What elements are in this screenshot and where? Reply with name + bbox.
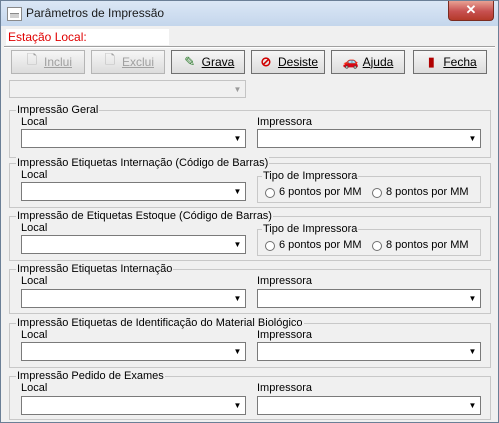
local-select[interactable]: ▼ — [21, 235, 246, 254]
radio-label: 8 pontos por MM — [386, 186, 469, 198]
local-label: Local — [21, 329, 48, 341]
include-button-label: Inclui — [43, 55, 72, 69]
chevron-down-icon: ▼ — [468, 347, 477, 356]
printer-label: Impressora — [257, 116, 313, 128]
printer-label: Impressora — [257, 382, 313, 394]
local-label: Local — [21, 222, 48, 234]
printer-type-box: Tipo de Impressora 6 pontos por MM 8 pon… — [257, 170, 481, 203]
group-title: Impressão Etiquetas Internação (Código d… — [16, 157, 270, 170]
exit-button-label: Fecha — [443, 55, 477, 69]
radio-circle-icon — [265, 187, 275, 198]
printer-label: Impressora — [257, 275, 313, 287]
station-label: Estação Local: — [6, 29, 169, 45]
printer-select[interactable]: ▼ — [257, 342, 481, 361]
include-button[interactable]: 🗋 Inclui — [11, 50, 85, 74]
help-icon: 🚗 — [342, 54, 359, 69]
chevron-down-icon: ▼ — [468, 134, 477, 143]
window-title: Parâmetros de Impressão — [26, 6, 165, 20]
local-label: Local — [21, 116, 48, 128]
delete-button-label: Exclui — [121, 55, 154, 69]
chevron-down-icon: ▼ — [233, 187, 242, 196]
file-new-icon: 🗋 — [26, 52, 38, 67]
printer-select[interactable]: ▼ — [257, 129, 481, 148]
title-bar[interactable]: Parâmetros de Impressão ✕ — [1, 1, 498, 26]
radio-label: 6 pontos por MM — [279, 186, 362, 198]
chevron-down-icon: ▼ — [233, 134, 242, 143]
group-biological-material-labels: Impressão Etiquetas de Identificação do … — [9, 317, 491, 368]
group-exam-orders: Impressão Pedido de Exames Local ▼ Impre… — [9, 370, 491, 420]
save-button[interactable]: ✎ Grava — [171, 50, 245, 74]
printer-type-title: Tipo de Impressora — [262, 170, 359, 183]
toolbar-divider — [4, 46, 495, 48]
delete-icon: 🗋 — [104, 52, 116, 67]
radio-circle-icon — [265, 240, 275, 251]
printer-type-title: Tipo de Impressora — [262, 223, 359, 236]
group-title: Impressão de Etiquetas Estoque (Código d… — [16, 210, 273, 223]
radio-label: 8 pontos por MM — [386, 239, 469, 251]
close-button[interactable]: ✕ — [448, 1, 494, 21]
exit-button[interactable]: ▮ Fecha — [413, 50, 487, 74]
save-icon: ✎ — [184, 54, 196, 69]
local-select[interactable]: ▼ — [21, 129, 246, 148]
chevron-down-icon: ▼ — [468, 294, 477, 303]
help-button[interactable]: 🚗 Ajuda — [331, 50, 405, 74]
top-select[interactable]: ▼ — [9, 80, 246, 98]
radio-8-dots[interactable]: 8 pontos por MM — [372, 186, 469, 199]
cancel-icon: ⊘ — [260, 54, 272, 69]
radio-6-dots[interactable]: 6 pontos por MM — [265, 186, 362, 199]
printer-select[interactable]: ▼ — [257, 289, 481, 308]
group-admission-labels: Impressão Etiquetas Internação Local ▼ I… — [9, 263, 491, 314]
chevron-down-icon: ▼ — [233, 294, 242, 303]
help-button-label: Ajuda — [362, 55, 394, 69]
group-admission-barcode-labels: Impressão Etiquetas Internação (Código d… — [9, 157, 491, 208]
printer-label: Impressora — [257, 329, 313, 341]
radio-label: 6 pontos por MM — [279, 239, 362, 251]
printer-type-box: Tipo de Impressora 6 pontos por MM 8 pon… — [257, 223, 481, 256]
print-settings-window: Parâmetros de Impressão ✕ Estação Local:… — [0, 0, 499, 423]
local-label: Local — [21, 169, 48, 181]
group-stock-barcode-labels: Impressão de Etiquetas Estoque (Código d… — [9, 210, 491, 261]
cancel-button[interactable]: ⊘ Desiste — [251, 50, 325, 74]
local-label: Local — [21, 382, 48, 394]
exit-icon: ▮ — [427, 54, 435, 69]
chevron-down-icon: ▼ — [233, 347, 242, 356]
chevron-down-icon: ▼ — [233, 85, 242, 94]
local-select[interactable]: ▼ — [21, 342, 246, 361]
radio-8-dots[interactable]: 8 pontos por MM — [372, 239, 469, 252]
chevron-down-icon: ▼ — [233, 401, 242, 410]
cancel-button-label: Desiste — [277, 55, 318, 69]
radio-circle-icon — [372, 187, 382, 198]
delete-button[interactable]: 🗋 Exclui — [91, 50, 165, 74]
group-general-printing: Impressão Geral Local ▼ Impressora ▼ — [9, 104, 491, 158]
local-select[interactable]: ▼ — [21, 396, 246, 415]
radio-circle-icon — [372, 240, 382, 251]
window-icon — [7, 7, 22, 21]
chevron-down-icon: ▼ — [468, 401, 477, 410]
radio-6-dots[interactable]: 6 pontos por MM — [265, 239, 362, 252]
chevron-down-icon: ▼ — [233, 240, 242, 249]
printer-select[interactable]: ▼ — [257, 396, 481, 415]
local-select[interactable]: ▼ — [21, 289, 246, 308]
local-label: Local — [21, 275, 48, 287]
local-select[interactable]: ▼ — [21, 182, 246, 201]
save-button-label: Grava — [201, 55, 235, 69]
